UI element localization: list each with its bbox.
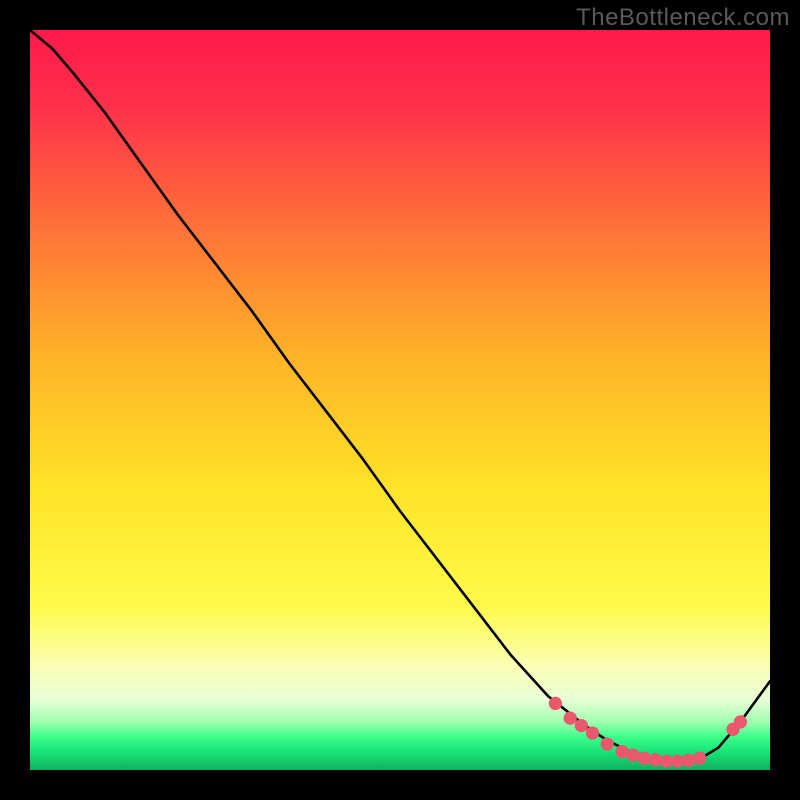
curve-marker: [682, 754, 695, 767]
curve-layer: [30, 30, 770, 770]
watermark-text: TheBottleneck.com: [576, 4, 790, 32]
bottleneck-curve-path: [30, 30, 770, 761]
plot-area: [30, 30, 770, 770]
curve-marker: [549, 697, 562, 710]
marker-group: [549, 697, 747, 768]
curve-marker: [693, 752, 706, 765]
curve-marker: [601, 737, 614, 750]
curve-marker: [734, 715, 747, 728]
curve-marker: [564, 712, 577, 725]
curve-marker: [575, 719, 588, 732]
chart-frame: TheBottleneck.com: [0, 0, 800, 800]
curve-marker: [586, 726, 599, 739]
